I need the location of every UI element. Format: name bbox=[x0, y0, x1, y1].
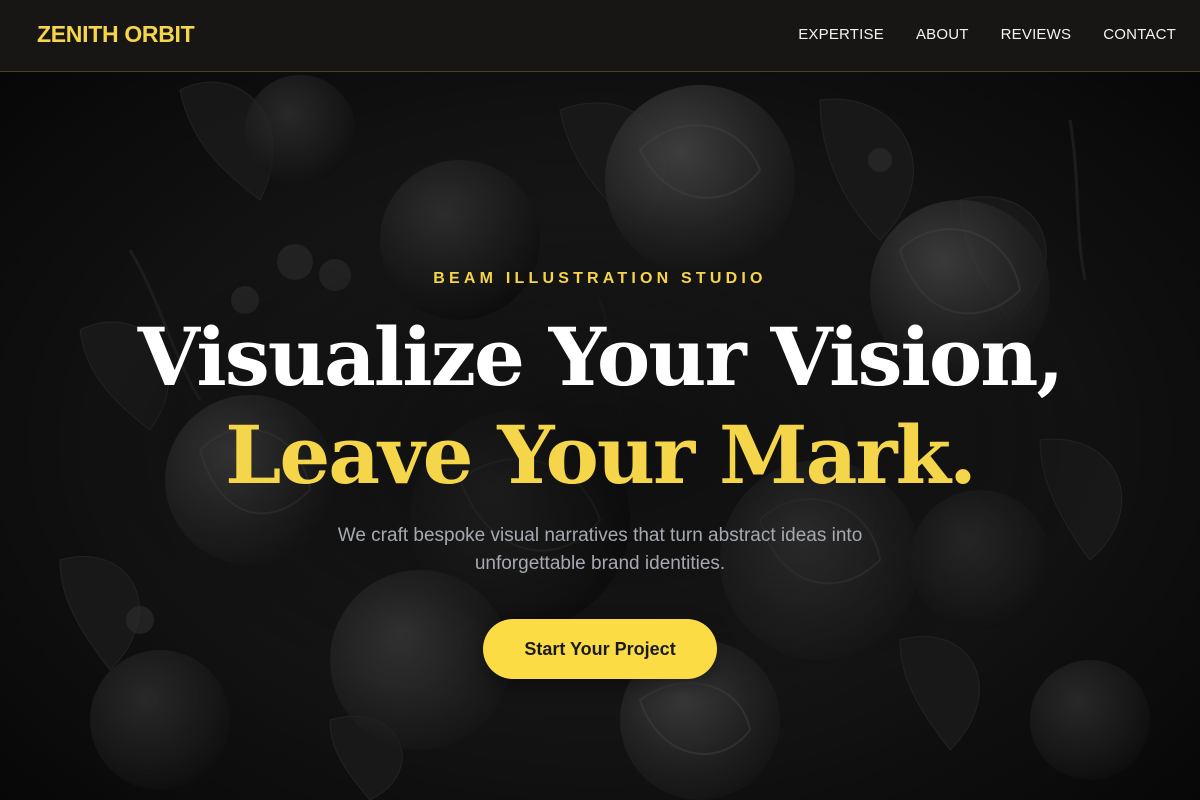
hero-headline-line1: Visualize Your Vision, bbox=[137, 310, 1065, 404]
hero-headline: Visualize Your Vision, Leave Your Mark. bbox=[0, 308, 1200, 504]
nav-link-reviews[interactable]: REVIEWS bbox=[1001, 26, 1072, 43]
nav-link-about[interactable]: ABOUT bbox=[916, 26, 969, 43]
landing-page: ZENITH ORBIT EXPERTISE ABOUT REVIEWS CON… bbox=[0, 0, 1200, 800]
hero-subtitle: We craft bespoke visual narratives that … bbox=[337, 525, 863, 574]
hero-kicker: BEAM ILLUSTRATION STUDIO bbox=[433, 270, 767, 287]
hero-section: BEAM ILLUSTRATION STUDIO Visualize Your … bbox=[0, 0, 1200, 800]
brand-logo[interactable]: ZENITH ORBIT bbox=[37, 21, 195, 48]
nav-links: EXPERTISE ABOUT REVIEWS CONTACT bbox=[798, 26, 1176, 43]
nav-link-contact[interactable]: CONTACT bbox=[1103, 26, 1176, 43]
top-navbar: ZENITH ORBIT EXPERTISE ABOUT REVIEWS CON… bbox=[0, 0, 1200, 72]
start-project-button[interactable]: Start Your Project bbox=[483, 619, 717, 679]
nav-link-expertise[interactable]: EXPERTISE bbox=[798, 26, 884, 43]
hero-headline-line2: Leave Your Mark. bbox=[225, 408, 977, 502]
